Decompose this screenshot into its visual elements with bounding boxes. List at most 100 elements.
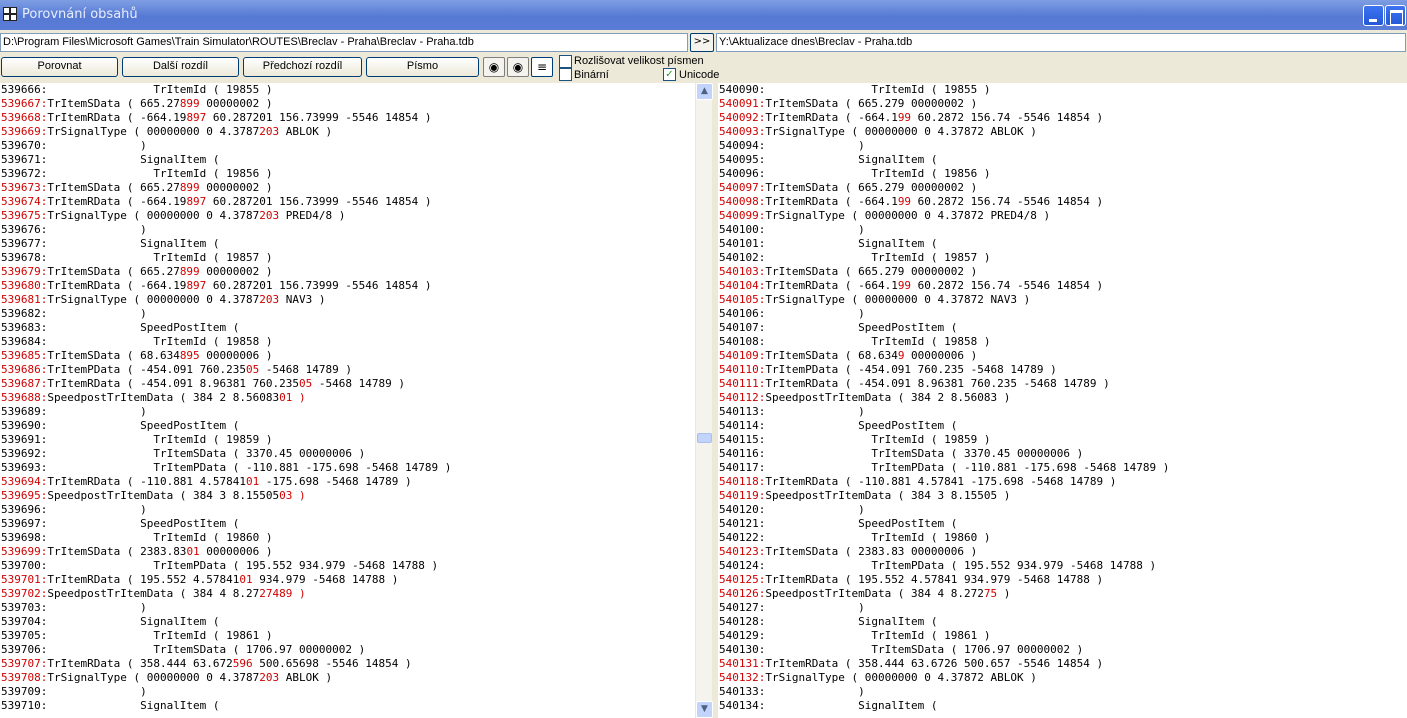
line-text: TrItemPData ( -454.091 760.235 — [47, 363, 247, 376]
checkmark-icon: ✓ — [665, 69, 674, 80]
line-text: TrItemRData ( 358.444 63.672 — [47, 657, 233, 670]
diff-line: 539706: TrItemSData ( 1706.97 00000002 ) — [0, 643, 695, 657]
diff-line: 540125:TrItemRData ( 195.552 4.57841 934… — [718, 573, 1407, 587]
find-next-binoculars-icon[interactable]: ◉ — [507, 57, 529, 77]
line-text: ) — [765, 139, 865, 152]
diff-line: 540096: TrItemId ( 19856 ) — [718, 167, 1407, 181]
diff-highlight: 01 — [239, 573, 253, 586]
line-number: 540104: — [719, 279, 766, 292]
scroll-thumb[interactable] — [697, 433, 712, 443]
line-text: TrItemId ( 19856 ) — [47, 167, 273, 180]
diff-highlight: 27489 ) — [259, 587, 306, 600]
diff-line: 539677: SignalItem ( — [0, 237, 695, 251]
right-content-pane[interactable]: 540090: TrItemId ( 19855 ) 540091:TrItemS… — [718, 83, 1407, 718]
line-number: 539679: — [1, 265, 48, 278]
line-number: 539676: — [1, 223, 48, 236]
line-number: 540093: — [719, 125, 766, 138]
line-text: TrSignalType ( 00000000 0 4.37872 PRED4/… — [765, 209, 1051, 222]
diff-highlight: 99 — [897, 111, 912, 124]
diff-highlight: 899 — [179, 265, 200, 278]
line-text: TrItemSData ( 665.27 — [47, 97, 180, 110]
diff-line: 539710: SignalItem ( — [0, 699, 695, 713]
line-text-rest: 60.2872 156.74 -5546 14854 ) — [911, 195, 1104, 208]
diff-line: 539669:TrSignalType ( 00000000 0 4.37872… — [0, 125, 695, 139]
line-number: 539696: — [1, 503, 48, 516]
line-text: TrItemId ( 19860 ) — [765, 531, 991, 544]
line-text: TrItemRData ( -110.881 4.57841 -175.698 … — [765, 475, 1117, 488]
unicode-checkbox[interactable]: ✓ — [663, 68, 676, 81]
left-file-path[interactable]: D:\Program Files\Microsoft Games\Train S… — [0, 33, 688, 52]
line-number: 540134: — [719, 699, 766, 712]
line-number: 540128: — [719, 615, 766, 628]
line-text: SignalItem ( — [765, 699, 938, 712]
line-text: TrItemPData ( 195.552 934.979 -5468 1478… — [765, 559, 1157, 572]
diff-line: 540093:TrSignalType ( 00000000 0 4.37872… — [718, 125, 1407, 139]
line-number: 540097: — [719, 181, 766, 194]
diff-line: 539689: ) — [0, 405, 695, 419]
diff-line: 540134: SignalItem ( — [718, 699, 1407, 713]
diff-line: 539673:TrItemSData ( 665.27899 00000002 … — [0, 181, 695, 195]
font-button[interactable]: Písmo — [366, 57, 479, 77]
line-number: 540100: — [719, 223, 766, 236]
next-diff-button[interactable]: Další rozdíl — [122, 57, 239, 77]
diff-line: 539709: ) — [0, 685, 695, 699]
line-text: TrItemId ( 19856 ) — [765, 167, 991, 180]
line-number: 539674: — [1, 195, 48, 208]
line-number: 540091: — [719, 97, 766, 110]
diff-highlight: 897 — [186, 111, 207, 124]
line-text: SpeedPostItem ( — [47, 517, 240, 530]
line-text-rest: 00000002 ) — [199, 181, 273, 194]
binary-label: Binární — [574, 69, 609, 81]
diff-highlight: 05 — [299, 377, 313, 390]
case-sensitive-checkbox[interactable] — [559, 55, 572, 68]
vertical-scrollbar[interactable]: ▲ ▼ — [695, 83, 713, 718]
line-text: TrItemId ( 19861 ) — [765, 629, 991, 642]
line-text: ) — [47, 307, 147, 320]
line-text: TrItemRData ( -664.1 — [765, 111, 898, 124]
diff-line: 540115: TrItemId ( 19859 ) — [718, 433, 1407, 447]
line-text: TrItemPData ( -110.881 -175.698 -5468 14… — [47, 461, 452, 474]
line-text-rest: PRED4/8 ) — [279, 209, 346, 222]
line-number: 539691: — [1, 433, 48, 446]
replace-text-icon[interactable]: ≡ — [531, 57, 553, 77]
diff-line: 540090: TrItemId ( 19855 ) — [718, 83, 1407, 97]
line-text: TrSignalType ( 00000000 0 4.3787 — [47, 671, 260, 684]
find-binoculars-icon[interactable]: ◉ — [483, 57, 505, 77]
diff-line: 539676: ) — [0, 223, 695, 237]
line-number: 539685: — [1, 349, 48, 362]
left-content-pane[interactable]: 539666: TrItemId ( 19855 ) 539667:TrItemS… — [0, 83, 695, 718]
line-text: ) — [765, 503, 865, 516]
diff-line: 539686:TrItemPData ( -454.091 760.23505 … — [0, 363, 695, 377]
line-text-rest: 60.287201 156.73999 -5546 14854 ) — [206, 111, 432, 124]
binary-checkbox[interactable] — [559, 68, 572, 81]
line-text: TrItemPData ( -110.881 -175.698 -5468 14… — [765, 461, 1170, 474]
diff-line: 539695:SpeedpostTrItemData ( 384 3 8.155… — [0, 489, 695, 503]
diff-line: 540121: SpeedPostItem ( — [718, 517, 1407, 531]
line-number: 540120: — [719, 503, 766, 516]
diff-line: 539690: SpeedPostItem ( — [0, 419, 695, 433]
minimize-button[interactable] — [1363, 5, 1384, 26]
diff-line: 540129: TrItemId ( 19861 ) — [718, 629, 1407, 643]
right-file-path[interactable]: Y:\Aktualizace dnes\Breclav - Praha.tdb — [716, 33, 1406, 52]
compare-button[interactable]: Porovnat — [1, 57, 118, 77]
diff-line: 539692: TrItemSData ( 3370.45 00000006 ) — [0, 447, 695, 461]
diff-line: 539679:TrItemSData ( 665.27899 00000002 … — [0, 265, 695, 279]
diff-line: 540103:TrItemSData ( 665.279 00000002 ) — [718, 265, 1407, 279]
line-number: 540123: — [719, 545, 766, 558]
line-text-rest: -175.698 -5468 14789 ) — [259, 475, 412, 488]
line-number: 540132: — [719, 671, 766, 684]
scroll-down-icon[interactable]: ▼ — [696, 701, 713, 718]
maximize-button[interactable] — [1385, 5, 1406, 26]
diff-line: 539674:TrItemRData ( -664.19897 60.28720… — [0, 195, 695, 209]
line-text-rest: ABLOK ) — [279, 671, 333, 684]
line-number: 539678: — [1, 251, 48, 264]
line-text: SignalItem ( — [765, 615, 938, 628]
diff-highlight: 01 — [186, 545, 200, 558]
line-number: 539684: — [1, 335, 48, 348]
line-text: TrItemRData ( 358.444 63.6726 500.657 -5… — [765, 657, 1104, 670]
line-text: SpeedpostTrItemData ( 384 4 8.27 — [47, 587, 260, 600]
prev-diff-button[interactable]: Předchozí rozdíl — [243, 57, 362, 77]
swap-button[interactable]: >> — [690, 33, 714, 52]
scroll-up-icon[interactable]: ▲ — [696, 83, 713, 100]
line-text: TrSignalType ( 00000000 0 4.3787 — [47, 209, 260, 222]
